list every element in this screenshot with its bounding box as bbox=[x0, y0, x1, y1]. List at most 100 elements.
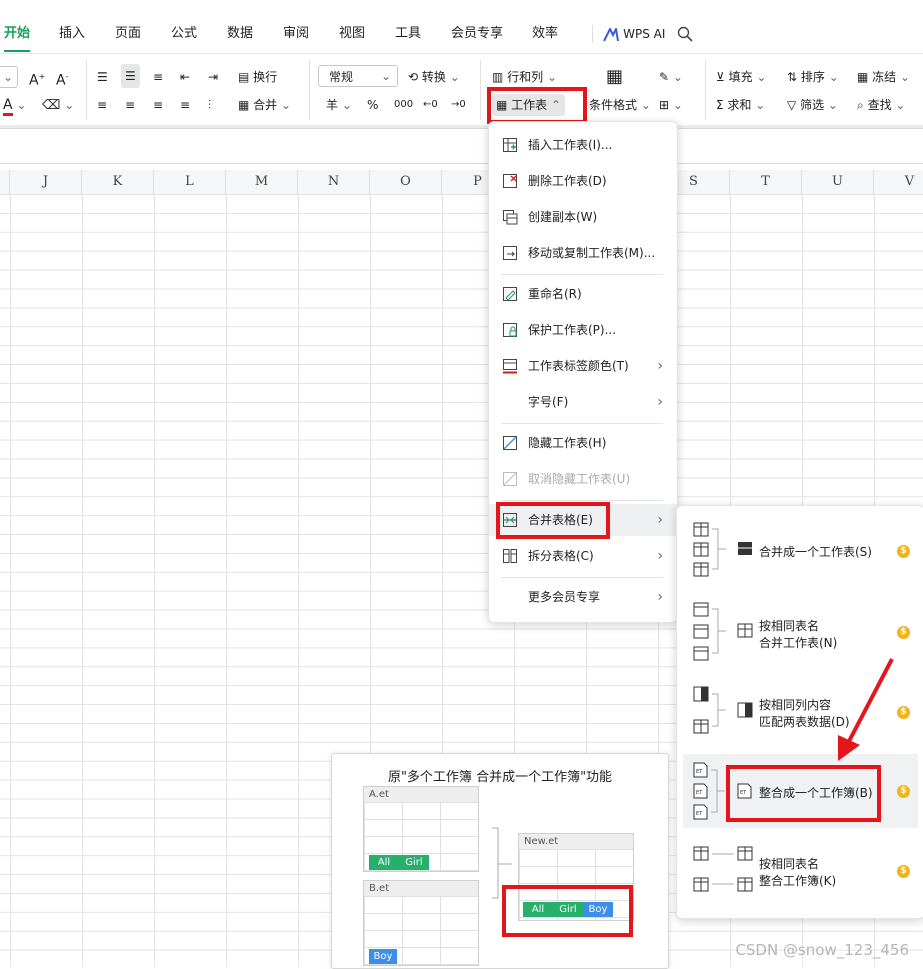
menu-item-hide-sheet[interactable]: 隐藏工作表(H) bbox=[489, 427, 677, 459]
indent-icon[interactable]: ⇥ bbox=[208, 66, 218, 88]
align-right-icon[interactable]: ≡ bbox=[153, 94, 163, 116]
filter-label: 筛选 bbox=[800, 98, 825, 112]
unhide-sheet-icon bbox=[503, 472, 517, 486]
tab-home[interactable]: 开始 bbox=[4, 22, 31, 52]
match-columns-icon bbox=[693, 686, 753, 734]
fill-button[interactable]: ⊻ 填充 ⌄ bbox=[716, 66, 767, 88]
filter-button[interactable]: ▽ 筛选 ⌄ bbox=[787, 94, 838, 116]
submenu-label: 合并工作表(N) bbox=[759, 636, 838, 650]
sum-label: 求和 bbox=[727, 98, 752, 112]
align-bottom-icon[interactable]: ≡ bbox=[153, 66, 163, 88]
font-size-combo[interactable]: ⌄ bbox=[0, 66, 18, 88]
cond-format-button[interactable]: 条件格式 ⌄ bbox=[589, 94, 651, 116]
decrease-decimal-icon[interactable]: →0 bbox=[451, 94, 466, 116]
menu-item-label: 重命名(R) bbox=[528, 287, 582, 301]
freeze-button[interactable]: ▦ 冻结 ⌄ bbox=[857, 66, 910, 88]
submenu-item-merge-to-one-sheet[interactable]: 合并成一个工作表(S) $ bbox=[683, 516, 918, 586]
column-header[interactable]: M bbox=[226, 170, 298, 194]
cell-style-button[interactable]: ✎ ⌄ bbox=[659, 66, 683, 88]
hide-sheet-icon bbox=[503, 436, 517, 450]
menu-item-protect-sheet[interactable]: 保护工作表(P)... bbox=[489, 314, 677, 346]
move-copy-icon bbox=[503, 246, 517, 260]
convert-icon: ⟲ bbox=[408, 70, 419, 84]
tab-tools[interactable]: 工具 bbox=[395, 22, 421, 46]
increase-decimal-icon[interactable]: ←0 bbox=[423, 94, 438, 116]
menu-item-tab-color[interactable]: 工作表标签颜色(T) › bbox=[489, 350, 677, 382]
menu-item-more-member[interactable]: 更多会员专享 › bbox=[489, 581, 677, 613]
workbook-a-name: A.et bbox=[364, 787, 478, 803]
merge-cells-button[interactable]: ▦ 合并 ⌄ bbox=[238, 94, 291, 116]
menu-item-rename[interactable]: 重命名(R) bbox=[489, 278, 677, 310]
workbooks-by-name-icon bbox=[693, 846, 753, 892]
convert-button[interactable]: ⟲ 转换 ⌄ bbox=[408, 66, 460, 88]
tab-data[interactable]: 数据 bbox=[227, 22, 253, 46]
decrease-font-icon[interactable]: A- bbox=[56, 66, 68, 89]
formula-bar[interactable] bbox=[0, 128, 923, 164]
menu-item-insert-sheet[interactable]: 插入工作表(I)... bbox=[489, 129, 677, 161]
tab-formulas[interactable]: 公式 bbox=[171, 22, 197, 46]
merge-cells-icon: ▦ bbox=[238, 98, 250, 112]
workbook-new-name: New.et bbox=[519, 834, 633, 850]
tab-member[interactable]: 会员专享 bbox=[451, 22, 503, 46]
preview-title: 原"多个工作簿 合并成一个工作簿"功能 bbox=[387, 770, 613, 785]
column-header[interactable]: L bbox=[154, 170, 226, 194]
menu-item-label: 拆分表格(C) bbox=[528, 549, 594, 563]
member-coin-icon: $ bbox=[897, 785, 910, 798]
percent-button[interactable]: % bbox=[367, 94, 378, 116]
workbook-a: A.et All Girl bbox=[363, 786, 479, 872]
wrap-text-button[interactable]: ▤ 换行 bbox=[238, 66, 277, 88]
clear-format-button[interactable]: ⌫ ⌄ bbox=[42, 94, 74, 116]
menu-item-font-size[interactable]: 字号(F) › bbox=[489, 386, 677, 418]
align-left-icon[interactable]: ≡ bbox=[97, 94, 107, 116]
distribute-icon[interactable]: ⫶ bbox=[208, 94, 211, 116]
menu-item-copy-sheet[interactable]: 创建副本(W) bbox=[489, 201, 677, 233]
submenu-item-consolidate-by-name[interactable]: 按相同表名 整合工作簿(K) $ bbox=[683, 838, 918, 908]
column-header[interactable]: N bbox=[298, 170, 370, 194]
align-center-icon[interactable]: ≡ bbox=[125, 94, 135, 116]
outdent-icon[interactable]: ⇤ bbox=[180, 66, 190, 88]
rows-cols-button[interactable]: ▥ 行和列 ⌄ bbox=[492, 66, 557, 88]
menu-item-delete-sheet[interactable]: 删除工作表(D) bbox=[489, 165, 677, 197]
font-color-icon: A bbox=[3, 97, 13, 116]
wps-ai-logo-icon bbox=[603, 27, 619, 41]
sum-button[interactable]: Σ 求和 ⌄ bbox=[716, 94, 765, 116]
column-header[interactable]: K bbox=[82, 170, 154, 194]
font-color-button[interactable]: A ⌄ bbox=[3, 94, 26, 116]
column-header[interactable]: T bbox=[730, 170, 802, 194]
tab-insert[interactable]: 插入 bbox=[59, 22, 85, 46]
currency-button[interactable]: 羊 ⌄ bbox=[326, 94, 352, 116]
tab-wps-ai[interactable]: WPS AI bbox=[603, 22, 665, 46]
tab-view[interactable]: 视图 bbox=[339, 22, 365, 46]
toolbar-separator bbox=[309, 60, 310, 120]
menu-separator bbox=[501, 274, 663, 275]
chevron-right-icon: › bbox=[657, 512, 663, 528]
align-middle-icon[interactable]: ☰ bbox=[121, 64, 140, 88]
menu-item-split-tables[interactable]: 拆分表格(C) › bbox=[489, 540, 677, 572]
sum-icon: Σ bbox=[716, 98, 724, 112]
column-header[interactable]: O bbox=[370, 170, 442, 194]
sort-button[interactable]: ⇅ 排序 ⌄ bbox=[787, 66, 839, 88]
column-header[interactable]: V bbox=[874, 170, 923, 194]
tab-divider bbox=[592, 25, 593, 43]
column-header[interactable]: J bbox=[10, 170, 82, 194]
tab-efficiency[interactable]: 效率 bbox=[532, 22, 558, 46]
highlight-box-merge-tables bbox=[496, 502, 610, 539]
borders-button[interactable]: ⊞ ⌄ bbox=[659, 94, 683, 116]
menu-item-unhide-sheet: 取消隐藏工作表(U) bbox=[489, 463, 677, 495]
tab-page[interactable]: 页面 bbox=[115, 22, 141, 46]
copy-sheet-icon bbox=[503, 210, 518, 225]
increase-font-icon[interactable]: A+ bbox=[29, 66, 45, 89]
tab-review[interactable]: 审阅 bbox=[283, 22, 309, 46]
column-header[interactable]: U bbox=[802, 170, 874, 194]
justify-icon[interactable]: ≡ bbox=[180, 94, 190, 116]
find-button[interactable]: ⌕ 查找 ⌄ bbox=[857, 94, 905, 116]
number-format-combo[interactable]: 常规 ⌄ bbox=[318, 65, 398, 87]
rows-cols-icon: ▥ bbox=[492, 70, 504, 84]
freeze-label: 冻结 bbox=[872, 70, 897, 84]
menu-item-move-copy[interactable]: 移动或复制工作表(M)... bbox=[489, 237, 677, 269]
align-top-icon[interactable]: ☰ bbox=[97, 66, 108, 88]
cond-format-icon[interactable]: ▦ bbox=[606, 66, 623, 88]
submenu-label: 整合工作簿(K) bbox=[759, 874, 837, 888]
thousands-icon[interactable]: 000 bbox=[394, 94, 413, 116]
search-button[interactable] bbox=[677, 22, 693, 46]
